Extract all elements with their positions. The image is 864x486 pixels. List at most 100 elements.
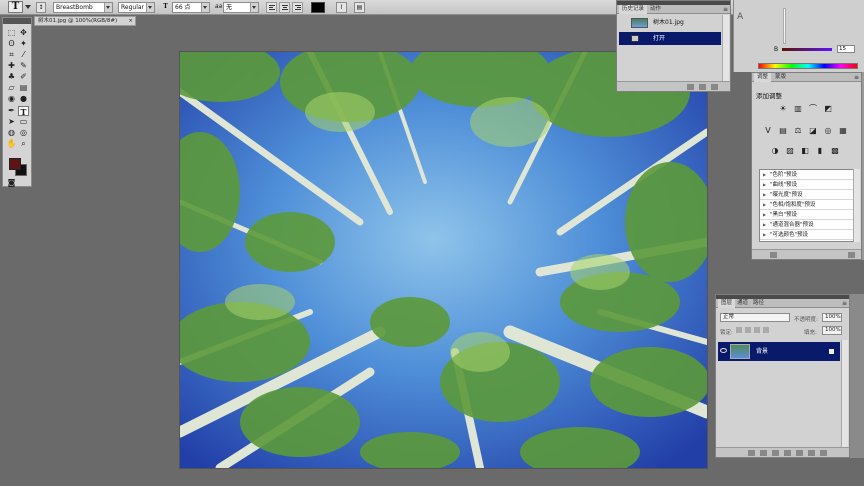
lock-all-icon[interactable]	[763, 327, 769, 333]
adjustment-layer-icon[interactable]	[784, 450, 791, 456]
text-orientation-icon[interactable]: ↕	[36, 2, 46, 13]
presets-scrollbar[interactable]	[853, 169, 860, 242]
channel-b-slider[interactable]	[782, 48, 832, 51]
posterize-icon[interactable]: ▨	[785, 146, 795, 156]
color-spectrum[interactable]	[758, 63, 858, 69]
canvas-image[interactable]	[180, 52, 707, 468]
brush-tool-icon[interactable]: ✎	[18, 61, 29, 71]
tab-actions[interactable]: 动作	[647, 5, 664, 14]
tab-paths[interactable]: 路径	[750, 299, 767, 308]
add-mask-icon[interactable]	[772, 450, 779, 456]
history-snapshot[interactable]: 树木01.jpg	[619, 16, 721, 29]
invert-icon[interactable]: ◑	[770, 146, 780, 156]
marquee-tool-icon[interactable]: ⬚	[6, 28, 17, 38]
warp-text-icon[interactable]: ⌇	[336, 2, 347, 13]
lasso-tool-icon[interactable]: ʘ	[6, 39, 17, 49]
tab-masks[interactable]: 蒙版	[772, 73, 789, 82]
channel-mixer-icon[interactable]: ▦	[838, 126, 848, 136]
panel-menu-icon[interactable]: ≡	[854, 75, 859, 81]
list-item[interactable]: "色相/饱和度"预设	[760, 200, 857, 210]
chevron-down-icon[interactable]	[250, 3, 258, 12]
tab-history[interactable]: 历史记录	[619, 5, 648, 14]
tab-layers[interactable]: 图层	[718, 299, 736, 308]
zoom-tool-icon[interactable]: ⌕	[18, 139, 29, 149]
opacity-field[interactable]: 100%	[822, 313, 842, 322]
panel-menu-icon[interactable]: ≡	[723, 7, 728, 13]
character-panel-icon[interactable]: ▤	[354, 2, 365, 13]
align-center-button[interactable]	[279, 2, 290, 13]
new-layer-icon[interactable]	[808, 450, 815, 456]
close-icon[interactable]: ×	[128, 17, 133, 25]
tab-adjustments[interactable]: 调整	[754, 73, 772, 82]
quick-mask-icon[interactable]: ◙	[6, 178, 17, 188]
magic-wand-tool-icon[interactable]: ✦	[18, 39, 29, 49]
shape-tool-icon[interactable]: ▭	[18, 117, 29, 127]
levels-icon[interactable]: ▥	[793, 104, 803, 114]
panel-menu-icon[interactable]: ≡	[842, 301, 847, 307]
3d-rotate-tool-icon[interactable]: ◍	[6, 128, 17, 138]
threshold-icon[interactable]: ◧	[800, 146, 810, 156]
color-balance-icon[interactable]: ⚖	[793, 126, 803, 136]
crop-tool-icon[interactable]: ⌗	[6, 50, 17, 60]
move-tool-icon[interactable]: ✥	[18, 28, 29, 38]
chevron-down-icon[interactable]	[146, 3, 154, 12]
clone-stamp-tool-icon[interactable]: ♣	[6, 72, 17, 82]
list-item[interactable]: "曝光度"预设	[760, 190, 857, 200]
path-selection-tool-icon[interactable]: ➤	[6, 117, 17, 127]
history-state[interactable]: 打开	[619, 32, 721, 45]
text-tool-icon[interactable]: T	[18, 106, 29, 117]
tab-channels[interactable]: 通道	[734, 299, 751, 308]
text-color-swatch[interactable]	[311, 2, 325, 13]
chevron-down-icon[interactable]	[201, 3, 209, 12]
gradient-map-icon[interactable]: ▮	[815, 146, 825, 156]
trash-icon[interactable]	[711, 84, 718, 90]
clip-to-layer-icon[interactable]	[770, 252, 777, 258]
brightness-icon[interactable]: ☀	[778, 104, 788, 114]
anti-alias-select[interactable]: 无	[223, 2, 259, 13]
eye-icon[interactable]	[720, 348, 727, 353]
lock-transparent-icon[interactable]	[736, 327, 742, 333]
mask-options-icon[interactable]	[848, 252, 855, 258]
healing-brush-tool-icon[interactable]: ✚	[6, 61, 17, 71]
align-left-button[interactable]	[266, 2, 277, 13]
pen-tool-icon[interactable]: ✒	[6, 106, 17, 116]
history-brush-tool-icon[interactable]: ✐	[18, 72, 29, 82]
foreground-color-swatch[interactable]	[9, 158, 21, 170]
list-item[interactable]: "通道混合器"预设	[760, 220, 857, 230]
list-item[interactable]: "可选颜色"预设	[760, 230, 857, 240]
tool-preset-picker[interactable]: T	[8, 1, 23, 13]
black-white-icon[interactable]: ◪	[808, 126, 818, 136]
font-family-select[interactable]: BreastBomb	[53, 2, 113, 13]
lock-position-icon[interactable]	[754, 327, 760, 333]
font-style-select[interactable]: Regular	[118, 2, 155, 13]
exposure-icon[interactable]: ◩	[823, 104, 833, 114]
photo-filter-icon[interactable]: ◎	[823, 126, 833, 136]
lock-pixels-icon[interactable]	[745, 327, 751, 333]
curves-icon[interactable]: ⌒	[808, 104, 818, 114]
color-ramp[interactable]	[783, 8, 786, 44]
gradient-tool-icon[interactable]: ▤	[18, 83, 29, 93]
list-item[interactable]: "黑白"预设	[760, 210, 857, 220]
dodge-tool-icon[interactable]: ●	[18, 94, 29, 104]
history-scrollbar[interactable]	[722, 15, 729, 81]
blur-tool-icon[interactable]: ◉	[6, 94, 17, 104]
layer-style-icon[interactable]	[760, 450, 767, 456]
vibrance-icon[interactable]: V	[763, 126, 773, 136]
hue-saturation-icon[interactable]: ▤	[778, 126, 788, 136]
new-group-icon[interactable]	[796, 450, 803, 456]
layer-row[interactable]: 背景	[718, 342, 840, 361]
3d-orbit-tool-icon[interactable]: ◎	[18, 128, 29, 138]
link-layers-icon[interactable]	[748, 450, 755, 456]
list-item[interactable]: "曲线"预设	[760, 180, 857, 190]
snapshot-icon[interactable]	[699, 84, 706, 90]
font-size-select[interactable]: 66 点	[172, 2, 210, 13]
chevron-down-icon[interactable]	[104, 3, 112, 12]
chevron-down-icon[interactable]	[25, 5, 31, 9]
document-tab[interactable]: 树木01.jpg @ 100%(RGB/8#) ×	[34, 16, 136, 26]
new-document-icon[interactable]	[687, 84, 694, 90]
list-item[interactable]: "色阶"预设	[760, 170, 857, 180]
align-right-button[interactable]	[292, 2, 303, 13]
eraser-tool-icon[interactable]: ▱	[6, 83, 17, 93]
hand-tool-icon[interactable]: ✋	[6, 139, 17, 149]
toolbox-grip[interactable]	[3, 18, 31, 24]
